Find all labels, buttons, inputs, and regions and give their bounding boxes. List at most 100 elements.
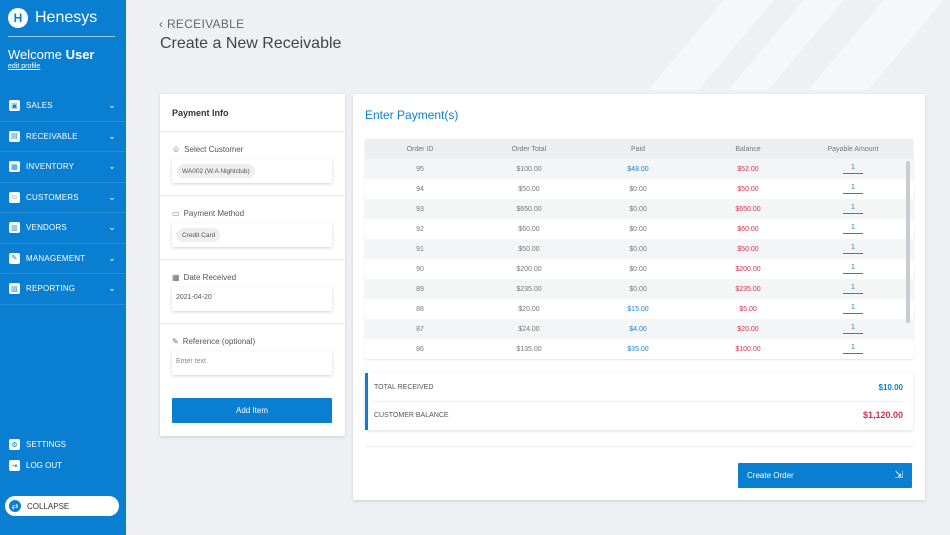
column-header-paid[interactable]: Paid <box>583 146 693 153</box>
table-row[interactable]: 87 $24.00 $4.00 $20.00 1 <box>365 319 913 339</box>
order-id-cell: 86 <box>416 345 424 353</box>
reference-input[interactable]: Enter text <box>172 351 332 375</box>
date-section: ▦ Date Received 2021-04-20 <box>160 259 345 323</box>
date-value: 2021-04-20 <box>176 294 212 301</box>
brand[interactable]: H Henesys <box>8 8 97 28</box>
payment-method-label: ▭ Payment Method <box>172 209 244 218</box>
table-scrollbar[interactable] <box>906 161 910 323</box>
chevron-down-icon[interactable]: ⌄ <box>108 253 116 264</box>
sidebar: H Henesys Welcome User edit profile ▣ SAL… <box>0 0 126 535</box>
sidebar-item-label: RECEIVABLE <box>26 131 78 141</box>
customer-label: ☺ Select Customer <box>172 145 243 154</box>
create-order-button[interactable]: Create Order ⇲ <box>738 463 912 488</box>
customer-chip[interactable]: WA002 (W.A Nightclub) <box>177 164 255 178</box>
add-item-button[interactable]: Add Item <box>172 398 332 423</box>
sidebar-item-label: SALES <box>26 101 53 111</box>
payable-amount-input[interactable]: 1 <box>843 284 863 294</box>
table-row[interactable]: 94 $50.00 $0.00 $50.00 1 <box>365 179 913 199</box>
balance-cell: $60.00 <box>737 225 759 233</box>
paid-cell: $48.00 <box>627 165 649 173</box>
order-total-cell: $200.00 <box>516 265 542 273</box>
sidebar-item-inventory[interactable]: ▦ INVENTORY ⌄ <box>0 152 126 183</box>
chevron-down-icon[interactable]: ⌄ <box>108 192 116 203</box>
payment-method-select[interactable]: Credit Card <box>172 223 332 247</box>
column-header-order-total[interactable]: Order Total <box>475 146 583 153</box>
column-header-balance[interactable]: Balance <box>693 146 803 153</box>
total-received-row: TOTAL RECEIVED $10.00 <box>374 373 903 401</box>
paid-cell: $0.00 <box>629 225 647 233</box>
total-received-label: TOTAL RECEIVED <box>374 383 434 391</box>
column-header-order-id[interactable]: Order ID <box>365 146 475 153</box>
chevron-down-icon[interactable]: ⌄ <box>108 283 116 294</box>
create-order-label: Create Order <box>747 471 794 480</box>
payable-amount-cell: 1 <box>803 244 903 254</box>
payable-amount-input[interactable]: 1 <box>843 264 863 274</box>
inventory-icon: ▦ <box>9 161 20 173</box>
balance-cell: $235.00 <box>735 285 761 293</box>
payable-amount-input[interactable]: 1 <box>843 164 863 174</box>
payment-method-section: ▭ Payment Method Credit Card <box>160 195 345 259</box>
chevron-down-icon[interactable]: ⌄ <box>108 131 116 142</box>
payments-table: Order ID Order Total Paid Balance Payabl… <box>365 139 913 359</box>
settings-icon: ⚙ <box>9 439 20 450</box>
payable-amount-input[interactable]: 1 <box>843 204 863 214</box>
payable-amount-input[interactable]: 1 <box>843 184 863 194</box>
balance-cell: $100.00 <box>735 345 761 353</box>
table-row[interactable]: 93 $650.00 $0.00 $650.00 1 <box>365 199 913 219</box>
chevron-down-icon[interactable]: ⌄ <box>108 161 116 172</box>
payable-amount-input[interactable]: 1 <box>843 224 863 234</box>
date-field[interactable]: 2021-04-20 <box>172 287 332 311</box>
customer-balance-label: CUSTOMER BALANCE <box>374 411 449 419</box>
table-row[interactable]: 92 $60.00 $0.00 $60.00 1 <box>365 219 913 239</box>
payable-amount-input[interactable]: 1 <box>843 304 863 314</box>
balance-cell: $50.00 <box>737 185 759 193</box>
balance-cell: $20.00 <box>737 325 759 333</box>
table-row[interactable]: 90 $200.00 $0.00 $200.00 1 <box>365 259 913 279</box>
sidebar-item-logout[interactable]: ⇥ LOG OUT <box>9 460 119 471</box>
payable-amount-input[interactable]: 1 <box>843 244 863 254</box>
table-row[interactable]: 88 $20.00 $15.00 $5.00 1 <box>365 299 913 319</box>
sidebar-item-label: REPORTING <box>26 284 76 294</box>
sidebar-item-reporting[interactable]: ▨ REPORTING ⌄ <box>0 274 126 305</box>
date-label: ▦ Date Received <box>172 273 236 282</box>
chevron-down-icon[interactable]: ⌄ <box>108 100 116 111</box>
column-header-payable-amount[interactable]: Payable Amount <box>803 146 903 153</box>
payment-method-chip[interactable]: Credit Card <box>177 228 221 242</box>
payable-amount-input[interactable]: 1 <box>843 344 863 354</box>
order-total-cell: $20.00 <box>518 305 540 313</box>
order-id-cell: 88 <box>416 305 424 313</box>
sidebar-item-settings[interactable]: ⚙ SETTINGS <box>9 439 119 450</box>
table-row[interactable]: 89 $235.00 $0.00 $235.00 1 <box>365 279 913 299</box>
brand-divider <box>8 36 115 37</box>
sidebar-item-customers[interactable]: ☺ CUSTOMERS ⌄ <box>0 183 126 213</box>
collapse-label: COLLAPSE <box>27 501 70 511</box>
vendors-icon: ▥ <box>9 222 20 234</box>
balance-cell: $50.00 <box>737 245 759 253</box>
settings-label: SETTINGS <box>26 440 67 449</box>
sidebar-item-sales[interactable]: ▣ SALES ⌄ <box>0 91 126 122</box>
collapse-button[interactable]: ⇄ COLLAPSE <box>5 496 119 516</box>
payable-amount-input[interactable]: 1 <box>843 324 863 334</box>
reference-placeholder: Enter text <box>176 358 206 365</box>
chevron-down-icon[interactable]: ⌄ <box>108 222 116 233</box>
payable-amount-cell: 1 <box>803 324 903 334</box>
edit-profile-link[interactable]: edit profile <box>8 63 40 70</box>
calendar-icon: ▦ <box>172 273 180 282</box>
sidebar-item-vendors[interactable]: ▥ VENDORS ⌄ <box>0 213 126 244</box>
balance-cell: $52.00 <box>737 165 759 173</box>
back-link[interactable]: ‹ RECEIVABLE <box>159 17 244 31</box>
payable-amount-cell: 1 <box>803 264 903 274</box>
order-total-cell: $24.00 <box>518 325 540 333</box>
balance-cell: $5.00 <box>739 305 757 313</box>
customer-select[interactable]: WA002 (W.A Nightclub) <box>172 159 332 183</box>
sidebar-item-management[interactable]: ✎ MANAGEMENT ⌄ <box>0 244 126 274</box>
total-received-value: $10.00 <box>878 382 903 392</box>
table-row[interactable]: 91 $50.00 $0.00 $50.00 1 <box>365 239 913 259</box>
table-row[interactable]: 86 $135.00 $35.00 $100.00 1 <box>365 339 913 359</box>
table-row[interactable]: 95 $100.00 $48.00 $52.00 1 <box>365 159 913 179</box>
order-total-cell: $50.00 <box>518 185 540 193</box>
back-label: RECEIVABLE <box>166 17 245 31</box>
welcome-prefix: Welcome <box>8 47 62 62</box>
panel-divider <box>365 446 913 447</box>
sidebar-item-receivable[interactable]: ▤ RECEIVABLE ⌄ <box>0 122 126 152</box>
